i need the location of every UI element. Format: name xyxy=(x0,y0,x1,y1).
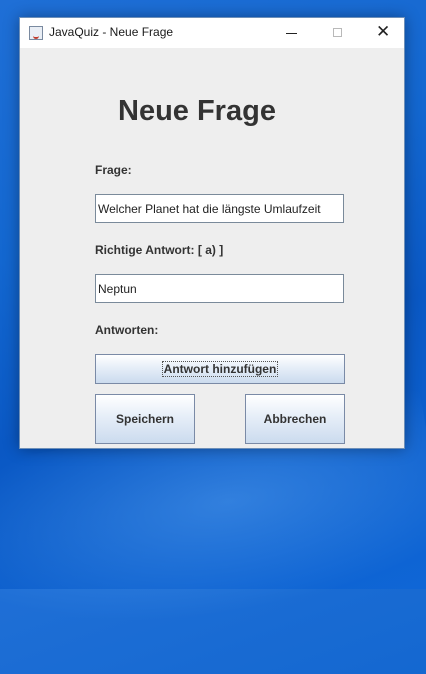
correct-answer-input[interactable] xyxy=(95,274,344,303)
title-bar[interactable]: JavaQuiz - Neue Frage ✕ xyxy=(20,18,404,48)
add-answer-label: Antwort hinzufügen xyxy=(161,361,279,377)
close-button[interactable]: ✕ xyxy=(360,18,406,48)
maximize-button[interactable] xyxy=(315,18,361,48)
save-button[interactable]: Speichern xyxy=(95,394,195,444)
app-window: JavaQuiz - Neue Frage ✕ Neue Frage Frage… xyxy=(19,17,405,449)
answers-label: Antworten: xyxy=(95,323,159,337)
question-label: Frage: xyxy=(95,163,132,177)
close-icon: ✕ xyxy=(376,22,391,42)
maximize-icon xyxy=(333,28,342,37)
correct-answer-label: Richtige Antwort: [ a) ] xyxy=(95,243,224,257)
page-title: Neue Frage xyxy=(118,95,276,127)
question-input[interactable] xyxy=(95,194,344,223)
cancel-button[interactable]: Abbrechen xyxy=(245,394,345,444)
minimize-button[interactable] xyxy=(269,18,315,48)
minimize-icon xyxy=(286,33,297,34)
java-app-icon xyxy=(29,26,43,40)
window-title: JavaQuiz - Neue Frage xyxy=(49,25,174,39)
add-answer-button[interactable]: Antwort hinzufügen xyxy=(95,354,345,384)
form-panel: Neue Frage Frage: Richtige Antwort: [ a)… xyxy=(20,48,404,450)
